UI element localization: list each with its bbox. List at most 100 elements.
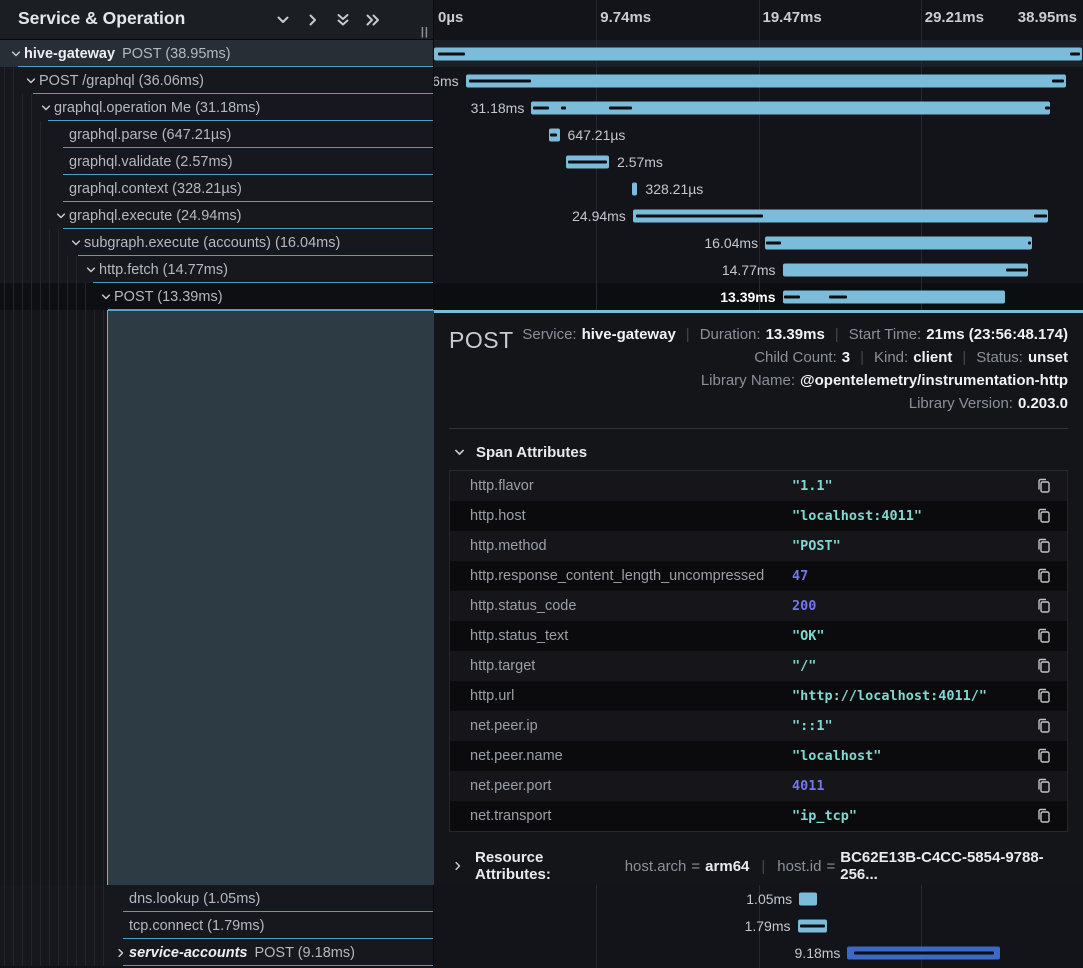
attribute-row: net.peer.port4011 (450, 771, 1067, 801)
span-detail-row: POST Service:hive-gateway|Duration:13.39… (0, 310, 1083, 885)
span-row-label[interactable]: dns.lookup (1.05ms) (0, 885, 434, 912)
copy-icon[interactable] (1035, 567, 1053, 585)
span-row[interactable]: POST /graphql (36.06ms)36.06ms (0, 67, 1083, 94)
span-bar[interactable] (765, 236, 1032, 249)
double-chevron-down-icon[interactable] (335, 12, 351, 28)
span-duration-label: 9.18ms (795, 945, 841, 961)
chevron-down-icon[interactable] (22, 75, 39, 87)
copy-icon[interactable] (1035, 747, 1053, 765)
service-name: hive-gateway (24, 46, 115, 62)
span-bar[interactable] (566, 155, 609, 168)
indent-guides (4, 175, 49, 202)
copy-icon[interactable] (1035, 777, 1053, 795)
chevron-down-icon[interactable] (275, 12, 291, 28)
divider (449, 428, 1068, 429)
span-attributes-title: Span Attributes (476, 444, 587, 461)
copy-icon[interactable] (1035, 657, 1053, 675)
span-row[interactable]: http.fetch (14.77ms)14.77ms (0, 256, 1083, 283)
span-row-timeline: 14.77ms (434, 256, 1083, 283)
span-row-label[interactable]: graphql.validate (2.57ms) (0, 148, 434, 175)
span-row[interactable]: graphql.operation Me (31.18ms) 31.18ms (0, 94, 1083, 121)
span-row-label[interactable]: subgraph.execute (accounts) (16.04ms) (0, 229, 434, 256)
chevron-down-icon[interactable] (37, 102, 54, 114)
ruler-tick: 0µs (438, 9, 463, 26)
span-bar[interactable] (783, 290, 1006, 303)
attribute-value: 47 (792, 568, 1035, 584)
span-row-label[interactable]: tcp.connect (1.79ms) (0, 912, 434, 939)
attribute-row: http.host"localhost:4011" (450, 501, 1067, 531)
span-bar[interactable] (798, 919, 828, 932)
indent-guides (4, 912, 109, 939)
chevron-spacer (52, 156, 69, 168)
chevron-right-icon[interactable] (305, 12, 321, 28)
span-attributes-header[interactable]: Span Attributes (451, 444, 1068, 461)
span-row-label[interactable]: service-accountsPOST (9.18ms) (0, 939, 434, 966)
span-bar[interactable] (783, 263, 1029, 276)
span-row-label[interactable]: POST (13.39ms) (0, 283, 434, 310)
span-bar[interactable] (466, 74, 1066, 87)
operation-name: POST (13.39ms) (114, 289, 223, 305)
meta-separator: | (686, 326, 690, 343)
attribute-key: http.status_text (470, 628, 792, 644)
detail-header: POST Service:hive-gateway|Duration:13.39… (449, 323, 1068, 414)
span-row-label[interactable]: http.fetch (14.77ms) (0, 256, 434, 283)
chevron-down-icon[interactable] (7, 48, 24, 60)
attribute-key: http.method (470, 538, 792, 554)
span-row[interactable]: hive-gatewayPOST (38.95ms) (0, 40, 1083, 67)
chevron-spacer (52, 183, 69, 195)
child-span-mark (568, 160, 606, 163)
chevron-right-icon[interactable] (112, 947, 129, 959)
span-bar[interactable] (799, 892, 816, 905)
copy-icon[interactable] (1035, 537, 1053, 555)
span-row[interactable]: subgraph.execute (accounts) (16.04ms) 16.… (0, 229, 1083, 256)
chevron-down-icon[interactable] (97, 291, 114, 303)
span-row[interactable]: graphql.execute (24.94ms)24.94ms (0, 202, 1083, 229)
span-duration-label: 31.18ms (471, 100, 525, 116)
resource-value: arm64 (705, 858, 749, 875)
double-chevron-right-icon[interactable] (365, 12, 381, 28)
span-bar[interactable] (632, 182, 637, 195)
span-row-label[interactable]: hive-gatewayPOST (38.95ms) (0, 40, 434, 67)
span-duration-label: 16.04ms (704, 235, 758, 251)
span-row[interactable]: tcp.connect (1.79ms)1.79ms (0, 912, 1083, 939)
copy-icon[interactable] (1035, 687, 1053, 705)
chevron-down-icon[interactable] (67, 237, 84, 249)
span-row[interactable]: service-accountsPOST (9.18ms) 9.18ms (0, 939, 1083, 966)
span-row-label[interactable]: graphql.context (328.21µs) (0, 175, 434, 202)
span-bar[interactable] (847, 946, 1000, 959)
span-row-timeline: 2.57ms (434, 148, 1083, 175)
meta-label: Service: (522, 326, 576, 343)
span-row[interactable]: POST (13.39ms) 13.39ms (0, 283, 1083, 310)
span-row-label[interactable]: graphql.parse (647.21µs) (0, 121, 434, 148)
chevron-down-icon[interactable] (82, 264, 99, 276)
resource-attributes-row[interactable]: Resource Attributes:host.arch=arm64|host… (449, 849, 1068, 883)
span-bar[interactable] (633, 209, 1048, 222)
span-bar[interactable] (531, 101, 1050, 114)
span-row-label[interactable]: graphql.execute (24.94ms) (0, 202, 434, 229)
attribute-value: "/" (792, 658, 1035, 674)
span-row-label[interactable]: POST /graphql (36.06ms) (0, 67, 434, 94)
span-bar[interactable] (434, 47, 1082, 60)
copy-icon[interactable] (1035, 507, 1053, 525)
indent-guides (4, 885, 109, 912)
copy-icon[interactable] (1035, 717, 1053, 735)
span-bar[interactable] (549, 128, 560, 141)
operation-name: POST /graphql (36.06ms) (39, 73, 204, 89)
span-duration-label: 13.39ms (720, 289, 775, 305)
span-row[interactable]: dns.lookup (1.05ms)1.05ms (0, 885, 1083, 912)
copy-icon[interactable] (1035, 807, 1053, 825)
span-row[interactable]: graphql.parse (647.21µs)647.21µs (0, 121, 1083, 148)
service-name: service-accounts (129, 945, 247, 961)
span-row[interactable]: graphql.context (328.21µs)328.21µs (0, 175, 1083, 202)
copy-icon[interactable] (1035, 597, 1053, 615)
ruler-tick: 38.95ms (1018, 9, 1077, 26)
copy-icon[interactable] (1035, 627, 1053, 645)
span-row-timeline: 1.79ms (434, 912, 1083, 939)
chevron-down-icon[interactable] (52, 210, 69, 222)
copy-icon[interactable] (1035, 477, 1053, 495)
meta-label: Child Count: (754, 349, 837, 366)
operation-name: graphql.validate (2.57ms) (69, 154, 233, 170)
column-resizer-grip[interactable]: || (421, 26, 429, 38)
span-row[interactable]: graphql.validate (2.57ms) 2.57ms (0, 148, 1083, 175)
span-row-label[interactable]: graphql.operation Me (31.18ms) (0, 94, 434, 121)
